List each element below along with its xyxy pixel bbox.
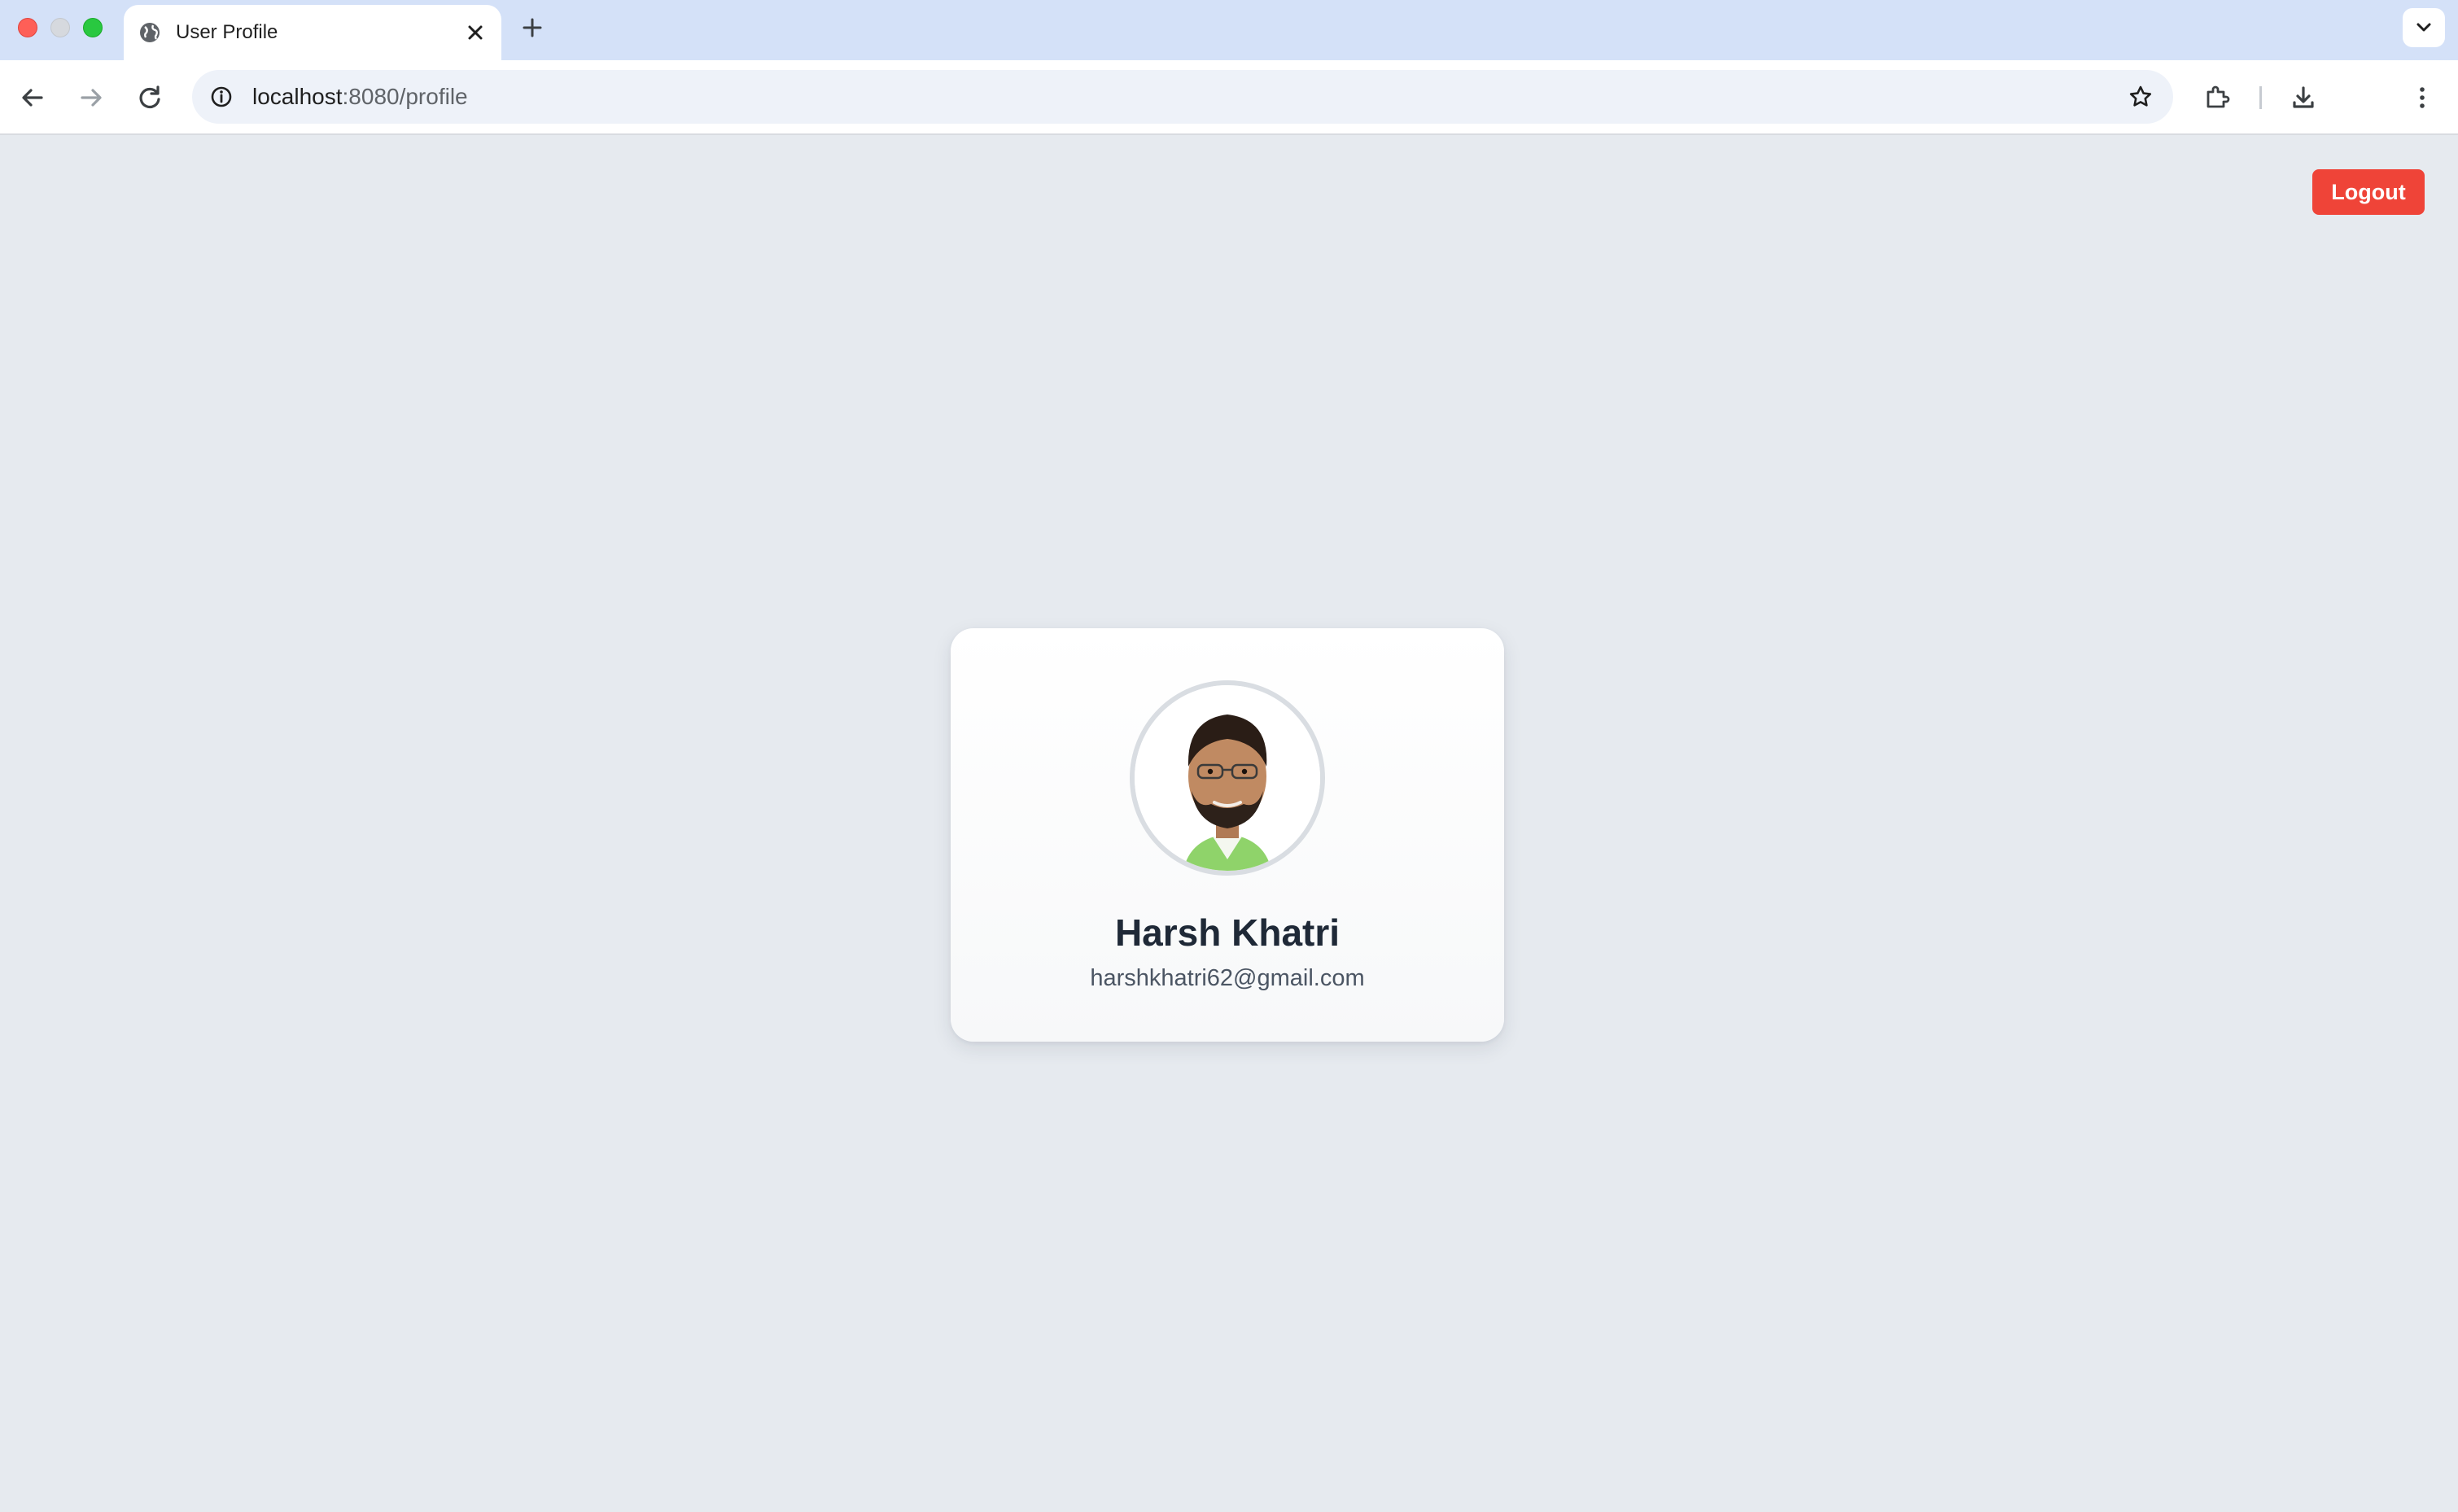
profile-photo (1135, 685, 1320, 871)
tab-strip: User Profile (0, 0, 2458, 60)
logout-button[interactable]: Logout (2312, 169, 2425, 215)
back-icon[interactable] (16, 81, 49, 114)
url-host: localhost (252, 84, 343, 109)
browser-toolbar: localhost:8080/profile (0, 60, 2458, 135)
globe-icon (140, 23, 160, 42)
reload-icon[interactable] (133, 81, 166, 114)
url-text[interactable]: localhost:8080/profile (252, 83, 468, 111)
page-content: Logout Harsh Khatri harshkhatri62@gmail.… (0, 135, 2458, 1512)
profile-email: harshkhatri62@gmail.com (1090, 965, 1365, 991)
tab-search-button[interactable] (2403, 8, 2445, 47)
url-path: :8080/profile (342, 84, 468, 109)
avatar (1130, 680, 1325, 876)
tab-user-profile[interactable]: User Profile (124, 5, 501, 60)
profile-name: Harsh Khatri (1114, 911, 1341, 954)
download-icon[interactable] (2287, 81, 2320, 114)
close-window-button[interactable] (18, 18, 37, 37)
forward-icon[interactable] (75, 81, 107, 114)
address-bar[interactable]: localhost:8080/profile (192, 70, 2173, 124)
more-options-icon[interactable] (2406, 81, 2438, 114)
profile-card: Harsh Khatri harshkhatri62@gmail.com (951, 628, 1504, 1042)
extensions-icon[interactable] (2201, 81, 2233, 114)
toolbar-divider (2259, 86, 2262, 109)
bookmark-star-icon[interactable] (2126, 82, 2155, 111)
tab-title: User Profile (176, 21, 278, 43)
chevron-down-icon (2416, 23, 2431, 32)
close-tab-icon[interactable] (462, 20, 488, 46)
browser-chrome: User Profile localhost:8080/profile (0, 0, 2458, 135)
maximize-window-button[interactable] (83, 18, 103, 37)
new-tab-icon[interactable] (518, 13, 547, 42)
minimize-window-button[interactable] (50, 18, 70, 37)
site-info-icon[interactable] (207, 82, 236, 111)
